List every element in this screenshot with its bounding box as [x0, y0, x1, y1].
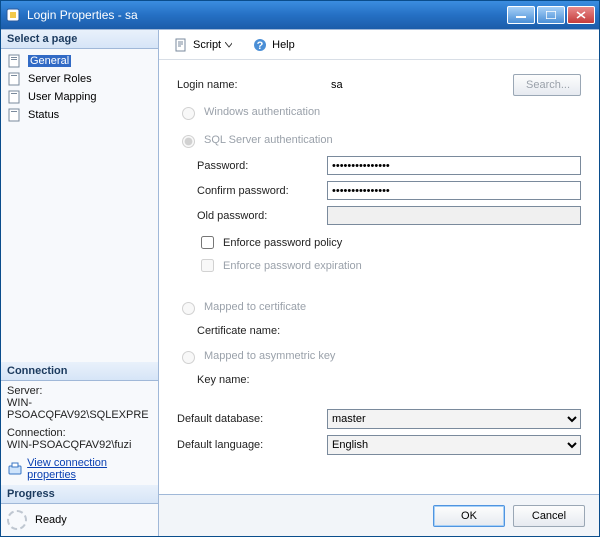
cancel-button[interactable]: Cancel: [513, 505, 585, 527]
enforce-policy-check[interactable]: Enforce password policy: [177, 231, 581, 254]
script-icon: [173, 37, 189, 53]
mapped-cert-label: Mapped to certificate: [204, 301, 306, 313]
confirm-password-label: Confirm password:: [177, 185, 327, 197]
mapped-asym-label: Mapped to asymmetric key: [204, 350, 335, 362]
window-title: Login Properties - sa: [27, 8, 507, 22]
server-label: Server:: [7, 385, 152, 397]
page-item-status[interactable]: Status: [5, 106, 154, 124]
mapped-asym-radio-input: [182, 351, 195, 364]
windows-auth-radio: Windows authentication: [177, 102, 581, 122]
page-list: General Server Roles User Mapping Status: [1, 49, 158, 127]
default-db-label: Default database:: [177, 413, 327, 425]
mapped-cert-radio: Mapped to certificate: [177, 297, 581, 317]
progress-panel: Ready: [1, 504, 158, 536]
enforce-expiration-checkbox: [201, 259, 214, 272]
title-bar[interactable]: Login Properties - sa: [1, 1, 599, 29]
chevron-down-icon: [225, 41, 232, 48]
progress-status: Ready: [35, 514, 67, 526]
page-item-label: User Mapping: [28, 91, 96, 103]
windows-auth-label: Windows authentication: [204, 106, 320, 118]
close-button[interactable]: [567, 6, 595, 24]
password-input[interactable]: [327, 156, 581, 175]
old-password-label: Old password:: [177, 210, 327, 222]
page-item-server-roles[interactable]: Server Roles: [5, 70, 154, 88]
old-password-input: [327, 206, 581, 225]
general-form: Login name: Search... Windows authentica…: [159, 60, 599, 494]
login-name-input[interactable]: [327, 76, 507, 95]
page-item-label: General: [28, 55, 71, 67]
help-icon: ?: [252, 37, 268, 53]
enforce-expiration-check: Enforce password expiration: [177, 254, 581, 277]
sql-auth-radio-input: [182, 135, 195, 148]
page-icon: [7, 71, 23, 87]
login-name-label: Login name:: [177, 79, 327, 91]
select-page-header: Select a page: [1, 30, 158, 49]
svg-text:?: ?: [257, 40, 264, 52]
page-item-label: Server Roles: [28, 73, 92, 85]
password-label: Password:: [177, 160, 327, 172]
page-item-user-mapping[interactable]: User Mapping: [5, 88, 154, 106]
script-label: Script: [193, 39, 221, 51]
cert-name-input: [327, 321, 581, 340]
connection-header: Connection: [1, 362, 158, 381]
sql-auth-radio: SQL Server authentication: [177, 130, 581, 150]
toolbar: Script ? Help: [159, 30, 599, 60]
app-icon: [5, 7, 21, 23]
page-icon: [7, 53, 23, 69]
connection-label: Connection:: [7, 427, 152, 439]
maximize-button[interactable]: [537, 6, 565, 24]
mapped-asym-radio: Mapped to asymmetric key: [177, 346, 581, 366]
server-value: WIN-PSOACQFAV92\SQLEXPRE: [7, 397, 152, 421]
progress-header: Progress: [1, 485, 158, 504]
search-button: Search...: [513, 74, 581, 96]
enforce-expiration-label: Enforce password expiration: [223, 260, 362, 272]
progress-spinner-icon: [7, 510, 27, 530]
mapped-cert-radio-input: [182, 302, 195, 315]
sql-auth-label: SQL Server authentication: [204, 134, 333, 146]
confirm-password-input[interactable]: [327, 181, 581, 200]
page-item-general[interactable]: General: [5, 52, 154, 70]
enforce-policy-checkbox[interactable]: [201, 236, 214, 249]
page-icon: [7, 89, 23, 105]
help-button[interactable]: ? Help: [246, 34, 301, 56]
button-bar: OK Cancel: [159, 494, 599, 536]
connection-properties-icon: [7, 461, 22, 477]
ok-button[interactable]: OK: [433, 505, 505, 527]
enforce-policy-label: Enforce password policy: [223, 237, 342, 249]
page-item-label: Status: [28, 109, 59, 121]
login-properties-window: Login Properties - sa Select a page Gene…: [0, 0, 600, 537]
cert-name-label: Certificate name:: [177, 325, 327, 337]
help-label: Help: [272, 39, 295, 51]
page-icon: [7, 107, 23, 123]
main-panel: Script ? Help Login name: Search...: [159, 30, 599, 536]
connection-value: WIN-PSOACQFAV92\fuzi: [7, 439, 152, 451]
minimize-button[interactable]: [507, 6, 535, 24]
connection-panel: Server: WIN-PSOACQFAV92\SQLEXPRE Connect…: [1, 381, 158, 485]
default-lang-label: Default language:: [177, 439, 327, 451]
script-button[interactable]: Script: [167, 34, 238, 56]
default-db-select[interactable]: master: [327, 409, 581, 429]
view-connection-properties-link[interactable]: View connection properties: [27, 457, 152, 481]
windows-auth-radio-input: [182, 107, 195, 120]
sidebar: Select a page General Server Roles User …: [1, 30, 159, 536]
key-name-label: Key name:: [177, 374, 327, 386]
key-name-input: [327, 370, 581, 389]
default-lang-select[interactable]: English: [327, 435, 581, 455]
